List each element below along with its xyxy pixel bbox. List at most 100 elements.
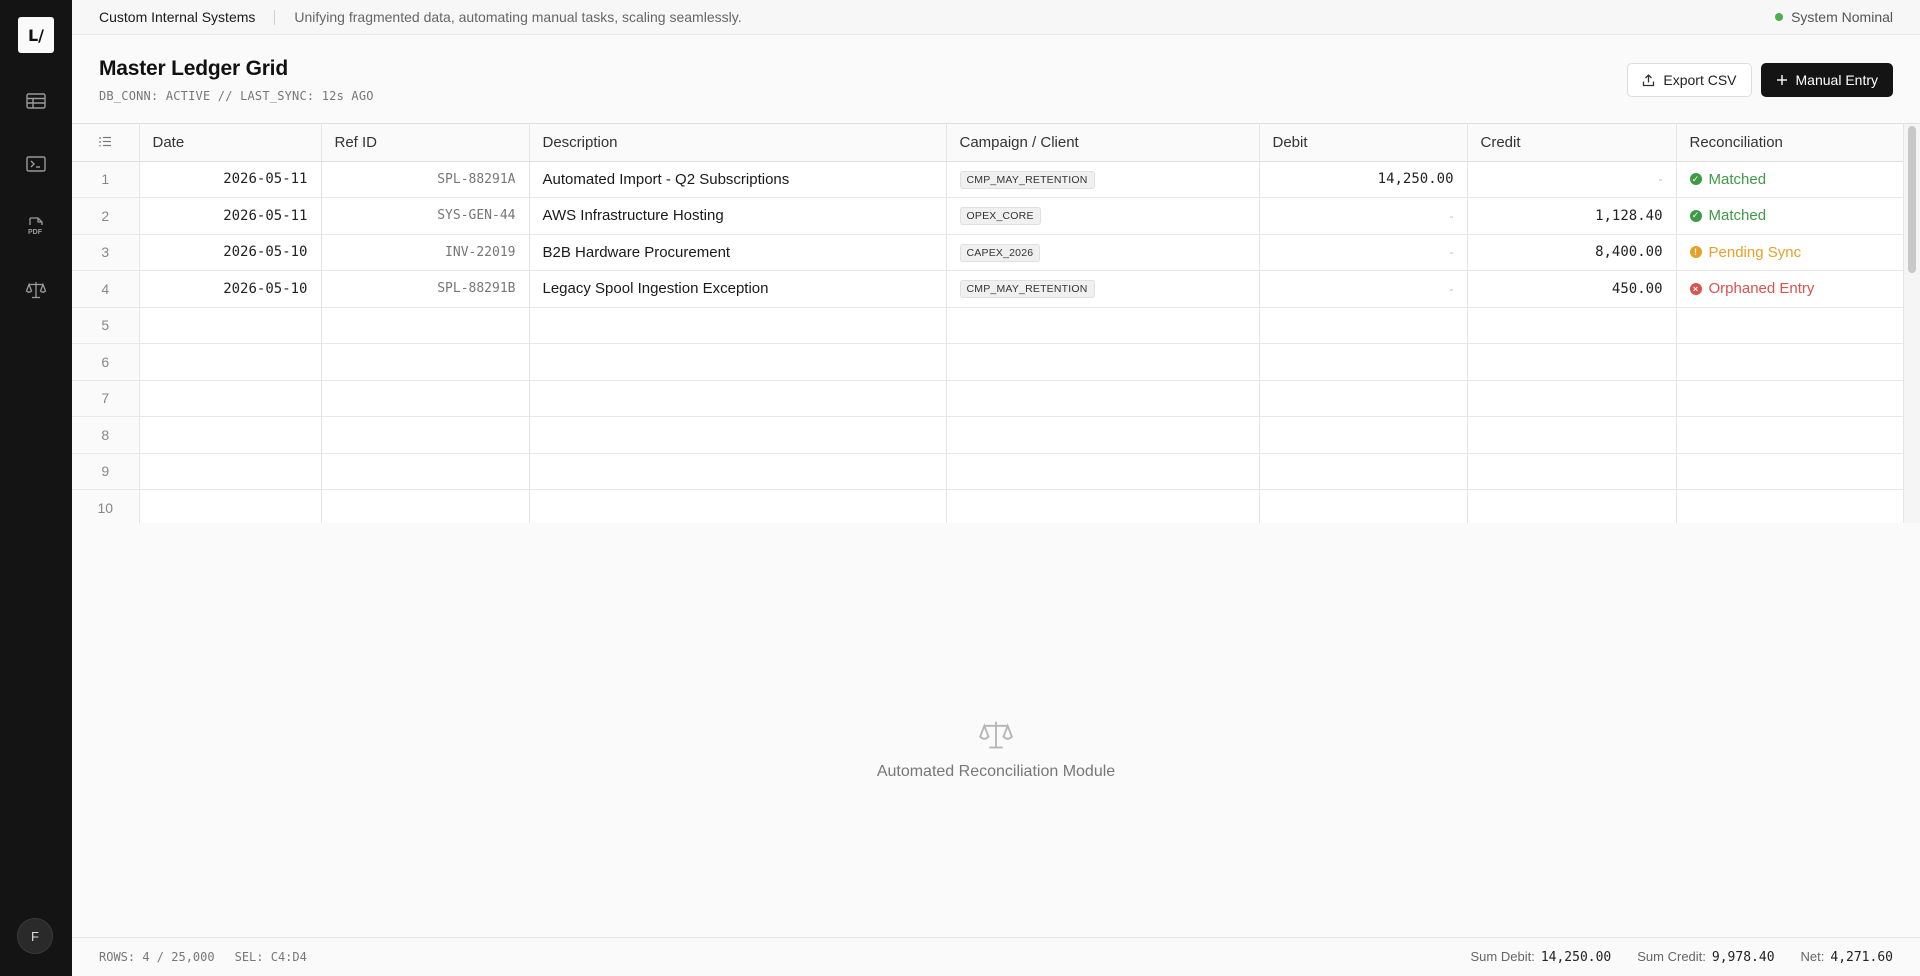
- scrollbar-thumb[interactable]: [1908, 126, 1916, 273]
- empty-cell[interactable]: [139, 380, 322, 417]
- cell-description[interactable]: Automated Import - Q2 Subscriptions: [529, 161, 947, 198]
- empty-cell[interactable]: [946, 453, 1260, 490]
- row-number[interactable]: 10: [72, 489, 140, 523]
- empty-cell[interactable]: [1676, 380, 1904, 417]
- empty-cell[interactable]: [1259, 343, 1468, 381]
- cell-date[interactable]: 2026-05-10: [139, 270, 322, 308]
- empty-cell[interactable]: [529, 307, 947, 344]
- column-header-ref-id[interactable]: Ref ID: [321, 124, 530, 162]
- cell-credit[interactable]: 450.00: [1467, 270, 1677, 308]
- empty-cell[interactable]: [1259, 307, 1468, 344]
- empty-cell[interactable]: [321, 343, 530, 381]
- user-avatar[interactable]: F: [17, 918, 53, 954]
- row-number-header[interactable]: [72, 124, 140, 162]
- empty-cell[interactable]: [1676, 343, 1904, 381]
- row-number[interactable]: 4: [72, 270, 140, 308]
- empty-cell[interactable]: [321, 307, 530, 344]
- empty-cell[interactable]: [1467, 307, 1677, 344]
- app-logo[interactable]: L/: [18, 17, 54, 53]
- cell-date[interactable]: 2026-05-11: [139, 197, 322, 235]
- cell-credit[interactable]: 8,400.00: [1467, 234, 1677, 271]
- cell-description[interactable]: B2B Hardware Procurement: [529, 234, 947, 271]
- empty-cell[interactable]: [139, 343, 322, 381]
- empty-cell[interactable]: [529, 380, 947, 417]
- column-header-reconciliation[interactable]: Reconciliation: [1676, 124, 1904, 162]
- cell-date[interactable]: 2026-05-11: [139, 161, 322, 198]
- row-number[interactable]: 8: [72, 416, 140, 454]
- row-number[interactable]: 9: [72, 453, 140, 490]
- cell-campaign[interactable]: CMP_MAY_RETENTION: [946, 270, 1260, 308]
- sidebar-item-pdf[interactable]: PDF: [16, 207, 56, 247]
- table-row[interactable]: 6: [72, 343, 1904, 381]
- sidebar-item-ledger[interactable]: [16, 81, 56, 121]
- table-row[interactable]: 1 2026-05-11 SPL-88291A Automated Import…: [72, 161, 1904, 198]
- row-number[interactable]: 6: [72, 343, 140, 381]
- empty-cell[interactable]: [139, 453, 322, 490]
- row-number[interactable]: 3: [72, 234, 140, 271]
- cell-campaign[interactable]: CMP_MAY_RETENTION: [946, 161, 1260, 198]
- cell-description[interactable]: Legacy Spool Ingestion Exception: [529, 270, 947, 308]
- cell-reconciliation[interactable]: ! Pending Sync: [1676, 234, 1904, 271]
- table-row[interactable]: 2 2026-05-11 SYS-GEN-44 AWS Infrastructu…: [72, 197, 1904, 235]
- row-number[interactable]: 2: [72, 197, 140, 235]
- empty-cell[interactable]: [1467, 489, 1677, 523]
- cell-reconciliation[interactable]: × Orphaned Entry: [1676, 270, 1904, 308]
- empty-cell[interactable]: [1467, 416, 1677, 454]
- row-number[interactable]: 5: [72, 307, 140, 344]
- row-number[interactable]: 7: [72, 380, 140, 417]
- cell-date[interactable]: 2026-05-10: [139, 234, 322, 271]
- empty-cell[interactable]: [1467, 380, 1677, 417]
- empty-cell[interactable]: [529, 416, 947, 454]
- empty-cell[interactable]: [1676, 453, 1904, 490]
- empty-cell[interactable]: [946, 343, 1260, 381]
- cell-debit[interactable]: -: [1259, 270, 1468, 308]
- empty-cell[interactable]: [946, 307, 1260, 344]
- cell-debit[interactable]: -: [1259, 197, 1468, 235]
- table-row[interactable]: 8: [72, 416, 1904, 454]
- manual-entry-button[interactable]: Manual Entry: [1760, 63, 1893, 97]
- grid-scrollbar[interactable]: [1903, 124, 1920, 523]
- empty-cell[interactable]: [946, 380, 1260, 417]
- cell-credit[interactable]: 1,128.40: [1467, 197, 1677, 235]
- cell-debit[interactable]: -: [1259, 234, 1468, 271]
- empty-cell[interactable]: [321, 489, 530, 523]
- cell-description[interactable]: AWS Infrastructure Hosting: [529, 197, 947, 235]
- cell-ref-id[interactable]: SPL-88291B: [321, 270, 530, 308]
- empty-cell[interactable]: [1467, 343, 1677, 381]
- table-row[interactable]: 9: [72, 453, 1904, 490]
- table-row[interactable]: 4 2026-05-10 SPL-88291B Legacy Spool Ing…: [72, 270, 1904, 308]
- column-header-credit[interactable]: Credit: [1467, 124, 1677, 162]
- table-row[interactable]: 3 2026-05-10 INV-22019 B2B Hardware Proc…: [72, 234, 1904, 271]
- cell-reconciliation[interactable]: ✓ Matched: [1676, 197, 1904, 235]
- column-header-description[interactable]: Description: [529, 124, 947, 162]
- cell-ref-id[interactable]: SPL-88291A: [321, 161, 530, 198]
- empty-cell[interactable]: [1676, 307, 1904, 344]
- cell-reconciliation[interactable]: ✓ Matched: [1676, 161, 1904, 198]
- column-header-date[interactable]: Date: [139, 124, 322, 162]
- empty-cell[interactable]: [139, 307, 322, 344]
- cell-credit[interactable]: -: [1467, 161, 1677, 198]
- empty-cell[interactable]: [1676, 416, 1904, 454]
- empty-cell[interactable]: [321, 416, 530, 454]
- empty-cell[interactable]: [1259, 489, 1468, 523]
- empty-cell[interactable]: [1259, 380, 1468, 417]
- empty-cell[interactable]: [321, 380, 530, 417]
- empty-cell[interactable]: [139, 489, 322, 523]
- empty-cell[interactable]: [1676, 489, 1904, 523]
- empty-cell[interactable]: [946, 416, 1260, 454]
- cell-campaign[interactable]: OPEX_CORE: [946, 197, 1260, 235]
- empty-cell[interactable]: [139, 416, 322, 454]
- empty-cell[interactable]: [529, 489, 947, 523]
- empty-cell[interactable]: [946, 489, 1260, 523]
- empty-cell[interactable]: [1259, 453, 1468, 490]
- table-row[interactable]: 10: [72, 489, 1904, 523]
- cell-ref-id[interactable]: SYS-GEN-44: [321, 197, 530, 235]
- cell-ref-id[interactable]: INV-22019: [321, 234, 530, 271]
- table-row[interactable]: 5: [72, 307, 1904, 344]
- column-header-campaign[interactable]: Campaign / Client: [946, 124, 1260, 162]
- table-row[interactable]: 7: [72, 380, 1904, 417]
- sidebar-item-terminal[interactable]: [16, 144, 56, 184]
- empty-cell[interactable]: [1259, 416, 1468, 454]
- cell-debit[interactable]: 14,250.00: [1259, 161, 1468, 198]
- empty-cell[interactable]: [529, 453, 947, 490]
